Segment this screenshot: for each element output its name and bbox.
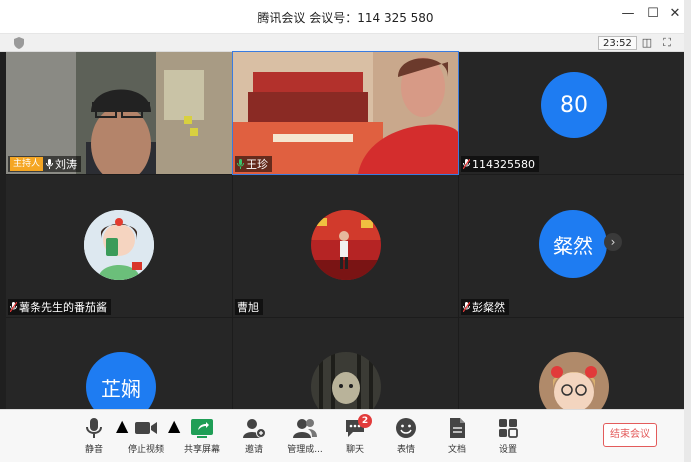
participant-name-bar: 主持人 刘涛: [8, 156, 82, 172]
invite-button[interactable]: 邀请: [230, 416, 278, 455]
participant-avatar: 芷娴: [86, 352, 156, 409]
end-meeting-button[interactable]: 结束会议: [603, 423, 657, 447]
participant-name: 曹旭: [237, 301, 259, 314]
cartoon-avatar-image: [84, 210, 154, 280]
mic-active-icon: [237, 159, 244, 169]
meeting-title: 腾讯会议 会议号：114 325 580: [257, 11, 434, 25]
invite-label: 邀请: [244, 445, 263, 455]
participant-tile[interactable]: 薯条先生的番茄酱: [6, 175, 232, 317]
settings-grid-icon: [499, 419, 518, 438]
participant-name: 薯条先生的番茄酱: [19, 301, 107, 314]
host-badge: 主持人: [10, 157, 44, 171]
chat-button[interactable]: 2 聊天: [331, 414, 379, 455]
video-options-caret-icon[interactable]: ▲: [168, 416, 180, 435]
members-icon: [293, 419, 317, 438]
mute-label: 静音: [84, 445, 103, 455]
meeting-window: 腾讯会议 会议号：114 325 580 — ☐ ✕ 23:52 ◫ ⛶ 主持人…: [0, 0, 691, 462]
animal-photo-avatar-image: [311, 352, 381, 409]
mic-muted-icon: [463, 159, 470, 169]
meeting-timer: 23:52: [598, 36, 637, 50]
participant-tile[interactable]: 王珍: [232, 51, 459, 175]
microphone-icon: [86, 418, 102, 438]
meeting-info-bar: 23:52 ◫ ⛶: [0, 34, 691, 52]
title-bar: 腾讯会议 会议号：114 325 580 — ☐ ✕: [0, 0, 691, 34]
participant-name: 王珍: [246, 158, 268, 171]
share-screen-label: 共享屏幕: [183, 445, 220, 455]
docs-label: 文档: [447, 445, 466, 455]
fullscreen-icon[interactable]: ⛶: [660, 36, 674, 50]
next-page-arrow-icon[interactable]: ›: [604, 233, 622, 251]
reactions-label: 表情: [396, 445, 415, 455]
minimize-icon[interactable]: —: [618, 6, 638, 21]
mic-icon: [46, 159, 54, 169]
shield-icon[interactable]: [14, 37, 24, 49]
stage-photo-avatar-image: [311, 210, 381, 280]
participant-name: 114325580: [472, 157, 535, 171]
stop-video-label: 停止视频: [127, 445, 164, 455]
reactions-button[interactable]: 表情: [382, 416, 430, 455]
participant-name: 彭粲然: [472, 301, 505, 314]
participant-tile[interactable]: 芷娴: [6, 318, 232, 409]
participant-name-bar: 王珍: [235, 156, 272, 172]
mic-muted-icon: [10, 302, 17, 312]
participant-tile[interactable]: 曹旭: [233, 175, 458, 317]
chat-notification-badge: 2: [358, 414, 372, 428]
participant-name-bar: 114325580: [461, 156, 539, 172]
participant-tile[interactable]: 主持人 刘涛: [6, 52, 232, 174]
participant-name-bar: 彭粲然: [461, 299, 509, 315]
child-photo-avatar-image: [539, 352, 609, 409]
participant-tile[interactable]: [459, 318, 684, 409]
participant-name-bar: 薯条先生的番茄酱: [8, 299, 111, 315]
participant-tile[interactable]: 80 114325580: [459, 52, 684, 174]
share-screen-button[interactable]: 共享屏幕: [178, 416, 226, 455]
participant-avatar: [311, 352, 381, 409]
participant-avatar: [539, 352, 609, 409]
maximize-icon[interactable]: ☐: [643, 6, 663, 21]
participant-avatar: 粲然: [539, 210, 607, 278]
share-screen-icon: [191, 419, 213, 438]
chat-label: 聊天: [345, 445, 364, 455]
participant-avatar: [311, 210, 381, 280]
video-grid: 主持人 刘涛 王珍 80 114325580 薯条先生的番茄酱 曹旭 粲然 › …: [6, 51, 684, 409]
mute-button[interactable]: 静音: [70, 416, 118, 455]
participant-name: 刘涛: [55, 158, 78, 171]
manage-members-button[interactable]: 管理成...: [281, 416, 329, 455]
meeting-toolbar: 静音 ▲ 停止视频 ▲ 共享屏幕 邀请 管理成... 2 聊天 表情 文档 设置…: [0, 409, 684, 462]
document-icon: [450, 418, 465, 438]
settings-label: 设置: [498, 445, 517, 455]
stop-video-button[interactable]: 停止视频: [122, 416, 170, 455]
close-icon[interactable]: ✕: [665, 6, 685, 21]
participant-avatar: 80: [541, 72, 607, 138]
participant-tile[interactable]: [233, 318, 458, 409]
layout-icon[interactable]: ◫: [640, 36, 654, 50]
docs-button[interactable]: 文档: [433, 416, 481, 455]
settings-button[interactable]: 设置: [484, 416, 532, 455]
emoji-icon: [396, 418, 416, 438]
add-user-icon: [243, 419, 266, 438]
video-camera-icon: [135, 422, 157, 434]
mic-muted-icon: [463, 302, 470, 312]
participant-name-bar: 曹旭: [235, 299, 263, 315]
background-window-edge: [684, 0, 691, 462]
participant-tile[interactable]: 粲然 › 彭粲然: [459, 175, 684, 317]
manage-members-label: 管理成...: [287, 445, 323, 455]
participant-avatar: [84, 210, 154, 280]
